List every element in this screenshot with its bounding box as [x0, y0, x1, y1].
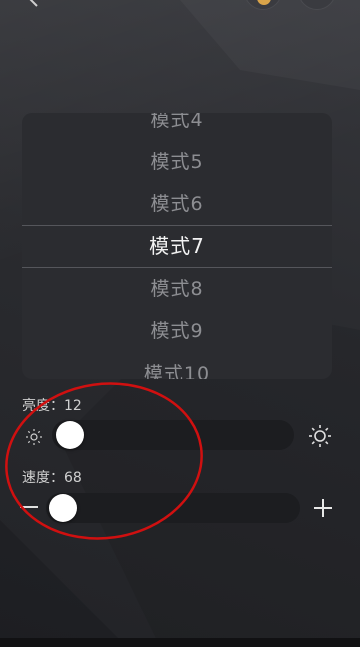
speed-slider-thumb[interactable] — [49, 494, 77, 522]
color-button[interactable] — [244, 0, 282, 10]
picker-item[interactable]: 模式4 — [22, 113, 332, 141]
picker-item[interactable]: 模式5 — [22, 141, 332, 183]
plus-icon[interactable] — [312, 497, 334, 519]
speed-label: 速度：68 — [22, 470, 82, 486]
top-bar — [0, 0, 360, 14]
sun-large-icon[interactable] — [308, 424, 332, 448]
picker-item[interactable]: 模式10 — [22, 353, 332, 379]
mode-picker[interactable]: 模式4 模式5 模式6 模式7 模式8 模式9 模式10 — [22, 113, 332, 379]
brightness-slider-thumb[interactable] — [56, 421, 84, 449]
picker-item[interactable]: 模式6 — [22, 183, 332, 225]
minus-icon[interactable] — [18, 500, 40, 514]
bottom-bar — [0, 638, 360, 647]
brightness-label: 亮度：12 — [22, 398, 82, 414]
menu-button[interactable] — [298, 0, 336, 10]
chevron-left-icon[interactable] — [26, 0, 44, 8]
picker-item[interactable]: 模式8 — [22, 268, 332, 310]
picker-item-selected[interactable]: 模式7 — [22, 225, 332, 267]
sun-small-icon[interactable] — [24, 427, 44, 447]
color-dot-icon — [257, 0, 271, 5]
speed-slider-track[interactable] — [46, 493, 300, 523]
picker-item[interactable]: 模式9 — [22, 310, 332, 352]
brightness-slider-track[interactable] — [52, 420, 294, 450]
